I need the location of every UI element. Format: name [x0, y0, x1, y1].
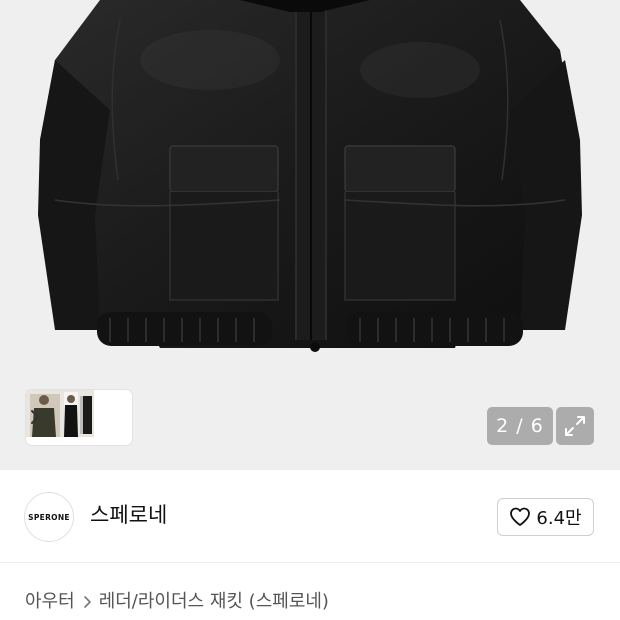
seller-name[interactable]: 스페로네: [90, 501, 167, 529]
expand-arrows-icon: [565, 416, 585, 436]
chevron-right-icon: [83, 596, 91, 608]
breadcrumb-category[interactable]: 아우터: [25, 590, 75, 614]
like-count: 6.4만: [536, 508, 582, 529]
brand-logo[interactable]: SPERONE: [24, 492, 74, 542]
breadcrumb-subcategory[interactable]: 레더/라이더스 재킷 (스페로네): [99, 590, 329, 614]
expand-button[interactable]: [556, 407, 594, 445]
section-divider: [0, 562, 620, 563]
like-button[interactable]: 6.4만: [497, 498, 594, 536]
product-image-gallery[interactable]: 2 / 6: [0, 0, 620, 470]
image-counter: 2 / 6: [487, 407, 553, 445]
thumbnail-strip[interactable]: [26, 390, 132, 445]
breadcrumb: 아우터 레더/라이더스 재킷 (스페로네): [25, 590, 329, 614]
brand-logo-text: SPERONE: [28, 512, 70, 522]
chevron-right-icon[interactable]: [26, 407, 44, 427]
seller-row: SPERONE 스페로네 6.4만: [0, 470, 620, 562]
heart-outline-icon: [510, 507, 531, 526]
